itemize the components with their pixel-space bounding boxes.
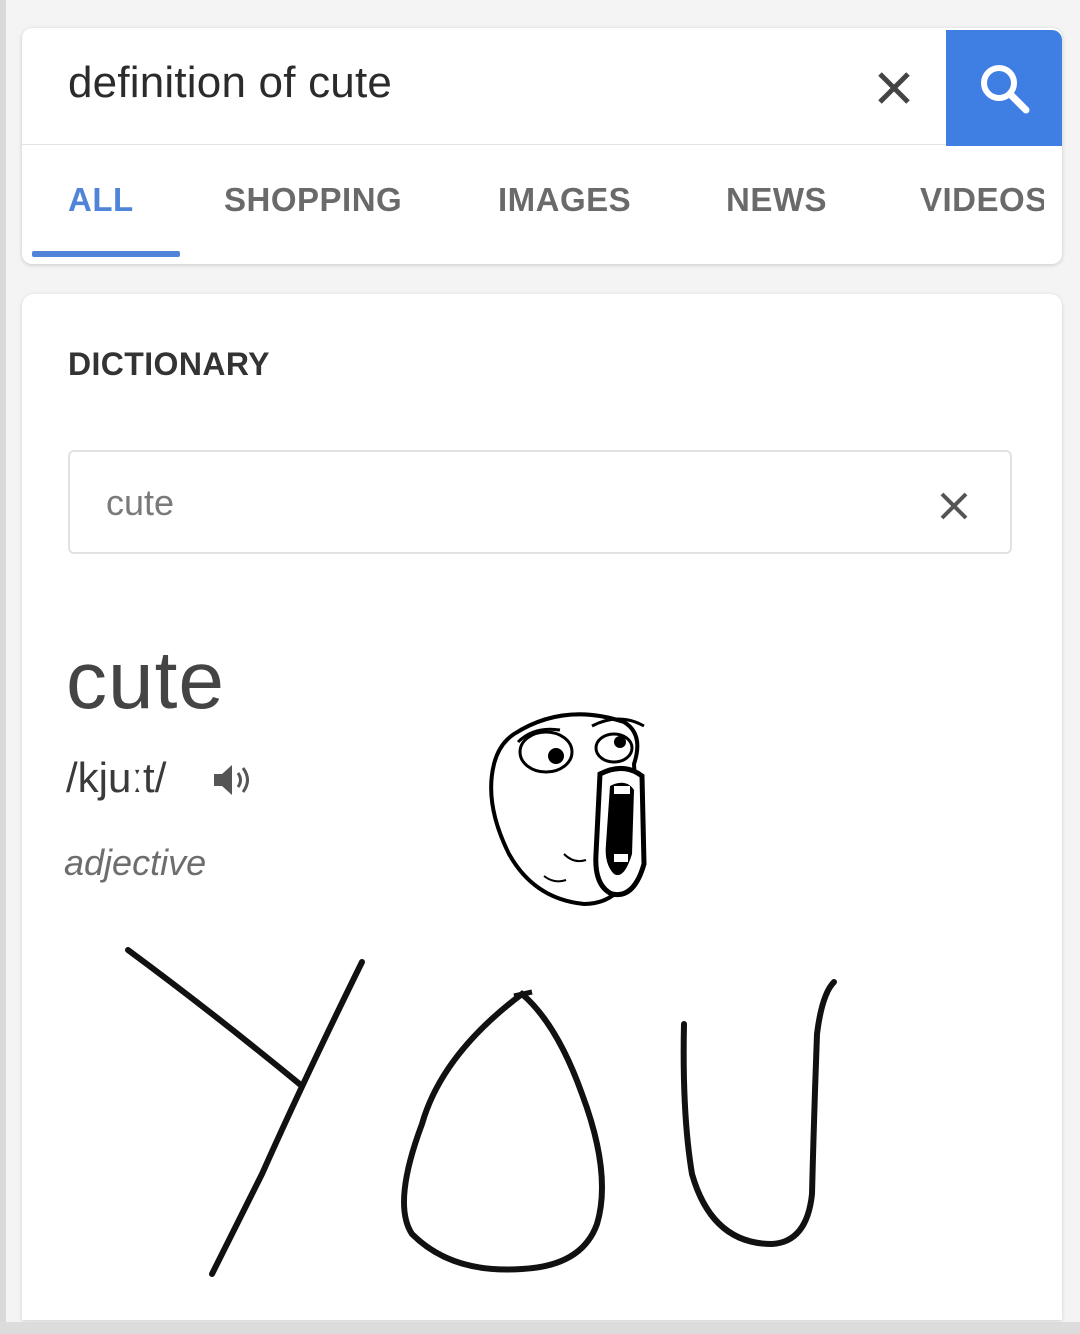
dictionary-word: cute xyxy=(66,635,225,726)
part-of-speech: adjective xyxy=(64,842,207,883)
dictionary-search-field[interactable]: cute xyxy=(68,450,1012,554)
close-icon[interactable] xyxy=(868,62,920,114)
screen-edge-bottom xyxy=(0,1322,1080,1334)
tab-videos[interactable]: VIDEOS xyxy=(920,181,1044,219)
search-bar: definition of cute xyxy=(22,28,1062,146)
tab-all[interactable]: ALL xyxy=(68,181,134,219)
tab-shopping[interactable]: SHOPPING xyxy=(224,181,402,219)
phonetic-spelling: /kjuːt/ xyxy=(66,754,167,801)
search-tabs: ALL SHOPPING IMAGES NEWS VIDEOS xyxy=(22,145,1062,264)
dictionary-card: DICTIONARY cute cute /kjuːt/ adjective xyxy=(22,294,1062,1320)
search-input[interactable]: definition of cute xyxy=(68,58,392,108)
rage-face-icon xyxy=(474,704,674,914)
search-button[interactable] xyxy=(946,30,1062,146)
tab-images[interactable]: IMAGES xyxy=(498,181,631,219)
dictionary-heading: DICTIONARY xyxy=(68,346,270,382)
search-icon xyxy=(981,65,1030,114)
dictionary-input-value[interactable]: cute xyxy=(106,482,174,524)
speaker-icon[interactable] xyxy=(210,760,256,800)
screen-edge-left xyxy=(0,0,6,1334)
close-icon[interactable] xyxy=(934,486,974,526)
active-tab-indicator xyxy=(32,251,180,257)
search-card: definition of cute ALL SHOPPING IMAGES N… xyxy=(22,28,1062,264)
tab-news[interactable]: NEWS xyxy=(726,181,827,219)
